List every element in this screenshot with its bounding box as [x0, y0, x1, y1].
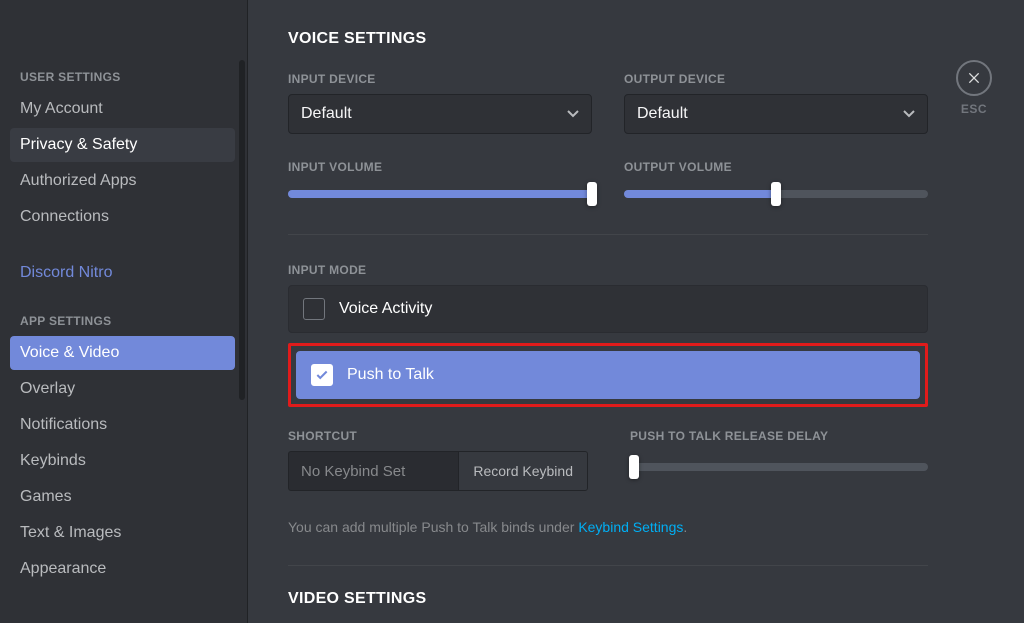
input-mode-voice-activity[interactable]: Voice Activity — [288, 285, 928, 333]
input-mode-label: Input Mode — [288, 263, 928, 277]
sidebar-item-notifications[interactable]: Notifications — [10, 408, 235, 442]
sidebar-item-privacy-safety[interactable]: Privacy & Safety — [10, 128, 235, 162]
input-mode-push-to-talk[interactable]: Push to Talk — [296, 351, 920, 399]
voice-activity-label: Voice Activity — [339, 300, 432, 318]
checkbox-checked-icon — [311, 364, 333, 386]
sidebar-item-keybinds[interactable]: Keybinds — [10, 444, 235, 478]
ptt-release-delay-slider[interactable] — [630, 463, 928, 471]
sidebar-header-user-settings: User Settings — [10, 64, 235, 90]
ptt-release-delay-label: Push To Talk Release Delay — [630, 429, 928, 443]
input-device-value: Default — [301, 105, 352, 123]
sidebar-item-voice-video[interactable]: Voice & Video — [10, 336, 235, 370]
sidebar-item-overlay[interactable]: Overlay — [10, 372, 235, 406]
checkbox-unchecked-icon — [303, 298, 325, 320]
sidebar-header-app-settings: App Settings — [10, 308, 235, 334]
keybind-value: No Keybind Set — [289, 452, 458, 490]
chevron-down-icon — [903, 105, 915, 123]
output-device-value: Default — [637, 105, 688, 123]
record-keybind-button[interactable]: Record Keybind — [458, 452, 587, 490]
page-title-video-settings: Video Settings — [288, 590, 928, 608]
output-device-select[interactable]: Default — [624, 94, 928, 134]
input-volume-label: Input Volume — [288, 160, 592, 174]
input-volume-slider[interactable] — [288, 190, 592, 198]
shortcut-label: Shortcut — [288, 429, 588, 443]
keybind-settings-link[interactable]: Keybind Settings — [578, 519, 683, 535]
output-volume-slider[interactable] — [624, 190, 928, 198]
settings-sidebar: User Settings My Account Privacy & Safet… — [0, 0, 248, 623]
chevron-down-icon — [567, 105, 579, 123]
output-volume-label: Output Volume — [624, 160, 928, 174]
divider — [288, 234, 928, 235]
close-button[interactable]: ESC — [956, 60, 992, 116]
sidebar-item-authorized-apps[interactable]: Authorized Apps — [10, 164, 235, 198]
sidebar-item-connections[interactable]: Connections — [10, 200, 235, 234]
close-label: ESC — [961, 102, 987, 116]
hint-text: You can add multiple Push to Talk binds … — [288, 519, 928, 535]
page-title-voice-settings: Voice Settings — [288, 30, 928, 48]
sidebar-item-discord-nitro[interactable]: Discord Nitro — [10, 256, 235, 290]
sidebar-item-my-account[interactable]: My Account — [10, 92, 235, 126]
sidebar-scrollbar[interactable] — [239, 60, 245, 400]
annotation-highlight: Push to Talk — [288, 343, 928, 407]
sidebar-item-appearance[interactable]: Appearance — [10, 552, 235, 586]
output-device-label: Output Device — [624, 72, 928, 86]
push-to-talk-label: Push to Talk — [347, 366, 434, 384]
sidebar-item-games[interactable]: Games — [10, 480, 235, 514]
input-device-select[interactable]: Default — [288, 94, 592, 134]
close-icon — [956, 60, 992, 96]
keybind-input[interactable]: No Keybind Set Record Keybind — [288, 451, 588, 491]
divider — [288, 565, 928, 566]
input-device-label: Input Device — [288, 72, 592, 86]
sidebar-item-text-images[interactable]: Text & Images — [10, 516, 235, 550]
settings-content: Voice Settings Input Device Default Outp… — [248, 0, 1024, 623]
